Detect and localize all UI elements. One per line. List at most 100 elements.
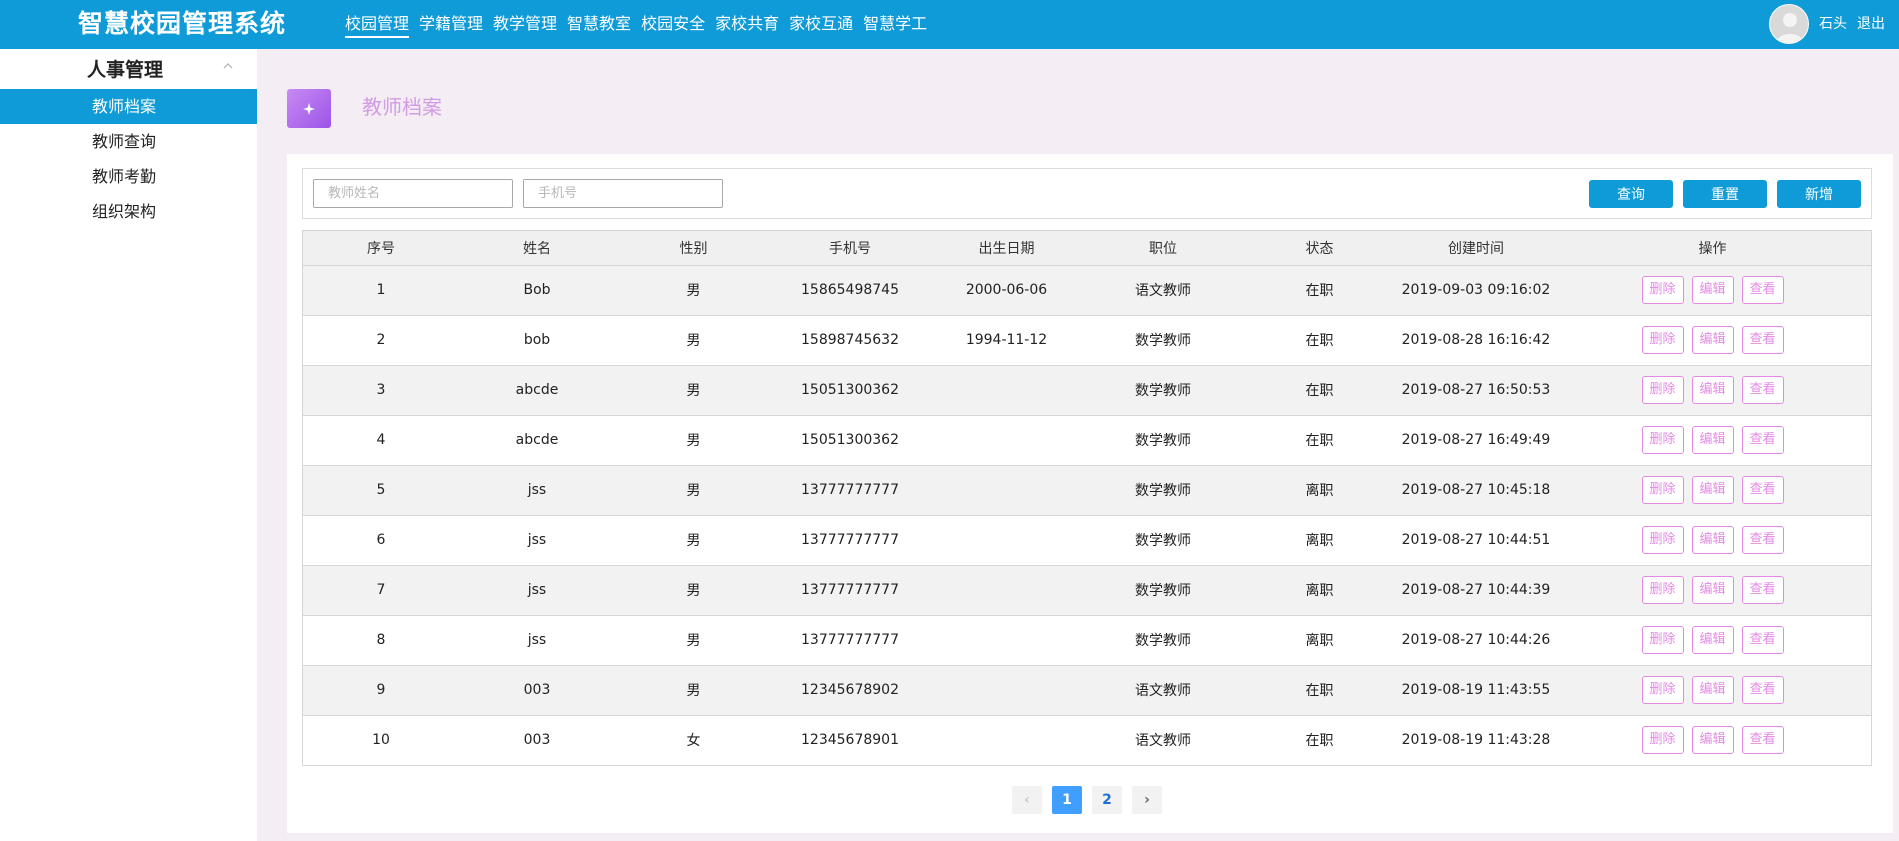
table-cell: 男 bbox=[615, 415, 772, 466]
chevron-up-icon[interactable] bbox=[221, 59, 235, 73]
edit-button[interactable]: 编辑 bbox=[1691, 376, 1734, 404]
actions-cell: 删除 编辑 查看 bbox=[1554, 465, 1871, 516]
sidebar-item-3[interactable]: 组织架构 bbox=[0, 194, 257, 229]
table-cell: 离职 bbox=[1241, 515, 1398, 566]
sidebar: 人事管理 教师档案 教师查询 教师考勤 组织架构 bbox=[0, 49, 257, 841]
logout-link[interactable]: 退出 bbox=[1857, 14, 1885, 34]
next-page-button[interactable]: › bbox=[1132, 786, 1162, 814]
column-header: 姓名 bbox=[459, 231, 615, 266]
table-row: 7 jss 男 13777777777 数学教师 离职 2019-08-27 10:44:3… bbox=[303, 565, 1871, 616]
edit-button[interactable]: 编辑 bbox=[1691, 326, 1734, 354]
actions-cell: 删除 编辑 查看 bbox=[1554, 265, 1871, 316]
top-bar: 智慧校园管理系统 校园管理 学籍管理 教学管理 智慧教室 校园安全 家校共育 家校互通 智慧学… bbox=[0, 0, 1899, 49]
delete-button[interactable]: 删除 bbox=[1641, 576, 1684, 604]
table-cell: 2019-08-27 10:44:39 bbox=[1398, 565, 1554, 616]
delete-button[interactable]: 删除 bbox=[1641, 376, 1684, 404]
actions-cell: 删除 编辑 查看 bbox=[1554, 715, 1871, 765]
sidebar-group-header[interactable]: 人事管理 bbox=[0, 49, 257, 89]
table-cell: jss bbox=[459, 515, 615, 566]
delete-button[interactable]: 删除 bbox=[1641, 276, 1684, 304]
teacher-name-input[interactable] bbox=[313, 179, 513, 208]
edit-button[interactable]: 编辑 bbox=[1691, 626, 1734, 654]
nav-item-1[interactable]: 学籍管理 bbox=[419, 12, 483, 38]
table-cell: 003 bbox=[459, 665, 615, 716]
table-row: 1 Bob 男 15865498745 2000-06-06 语文教师 在职 2019-09-… bbox=[303, 265, 1871, 316]
query-button[interactable]: 查询 bbox=[1589, 180, 1673, 208]
phone-input[interactable] bbox=[523, 179, 723, 208]
table-cell: 在职 bbox=[1241, 415, 1398, 466]
sidebar-item-0[interactable]: 教师档案 bbox=[0, 89, 257, 124]
view-button[interactable]: 查看 bbox=[1741, 476, 1784, 504]
view-button[interactable]: 查看 bbox=[1741, 576, 1784, 604]
edit-button[interactable]: 编辑 bbox=[1691, 676, 1734, 704]
table-cell: 在职 bbox=[1241, 665, 1398, 716]
prev-page-button[interactable]: ‹ bbox=[1012, 786, 1042, 814]
view-button[interactable]: 查看 bbox=[1741, 526, 1784, 554]
table-cell: 12345678902 bbox=[772, 665, 928, 716]
nav-item-2[interactable]: 教学管理 bbox=[493, 12, 557, 38]
table-cell: 数学教师 bbox=[1085, 365, 1241, 416]
table-cell: 13777777777 bbox=[772, 515, 928, 566]
delete-button[interactable]: 删除 bbox=[1641, 426, 1684, 454]
delete-button[interactable]: 删除 bbox=[1641, 326, 1684, 354]
filter-bar: 查询 重置 新增 bbox=[302, 168, 1872, 219]
table-cell: 12345678901 bbox=[772, 715, 928, 765]
table-cell: 数学教师 bbox=[1085, 315, 1241, 366]
nav-item-7[interactable]: 智慧学工 bbox=[863, 12, 927, 38]
delete-button[interactable]: 删除 bbox=[1641, 726, 1684, 755]
view-button[interactable]: 查看 bbox=[1741, 276, 1784, 304]
view-button[interactable]: 查看 bbox=[1741, 376, 1784, 404]
table-cell: 15865498745 bbox=[772, 265, 928, 316]
nav-item-6[interactable]: 家校互通 bbox=[789, 12, 853, 38]
view-button[interactable]: 查看 bbox=[1741, 626, 1784, 654]
delete-button[interactable]: 删除 bbox=[1641, 676, 1684, 704]
edit-button[interactable]: 编辑 bbox=[1691, 426, 1734, 454]
table-cell: 男 bbox=[615, 315, 772, 366]
user-name[interactable]: 石头 bbox=[1819, 14, 1847, 34]
nav-item-4[interactable]: 校园安全 bbox=[641, 12, 705, 38]
table-cell: abcde bbox=[459, 365, 615, 416]
edit-button[interactable]: 编辑 bbox=[1691, 476, 1734, 504]
add-button[interactable]: 新增 bbox=[1777, 180, 1861, 208]
sidebar-item-2[interactable]: 教师考勤 bbox=[0, 159, 257, 194]
view-button[interactable]: 查看 bbox=[1741, 676, 1784, 704]
table-cell: abcde bbox=[459, 415, 615, 466]
table-cell: 2019-08-19 11:43:28 bbox=[1398, 715, 1554, 765]
view-button[interactable]: 查看 bbox=[1741, 326, 1784, 354]
table-cell: 8 bbox=[303, 615, 459, 666]
delete-button[interactable]: 删除 bbox=[1641, 626, 1684, 654]
delete-button[interactable]: 删除 bbox=[1641, 526, 1684, 554]
nav-item-5[interactable]: 家校共育 bbox=[715, 12, 779, 38]
table-cell: 离职 bbox=[1241, 615, 1398, 666]
edit-button[interactable]: 编辑 bbox=[1691, 726, 1734, 755]
edit-button[interactable]: 编辑 bbox=[1691, 576, 1734, 604]
edit-button[interactable]: 编辑 bbox=[1691, 526, 1734, 554]
column-header: 序号 bbox=[303, 231, 459, 266]
table-cell: 2019-09-03 09:16:02 bbox=[1398, 265, 1554, 316]
table-cell: 15051300362 bbox=[772, 415, 928, 466]
table-cell: 1994-11-12 bbox=[928, 315, 1085, 366]
column-header: 手机号 bbox=[772, 231, 928, 266]
table-cell: 13777777777 bbox=[772, 565, 928, 616]
page-title-icon bbox=[287, 89, 331, 128]
table-cell: 男 bbox=[615, 615, 772, 666]
edit-button[interactable]: 编辑 bbox=[1691, 276, 1734, 304]
avatar[interactable] bbox=[1769, 4, 1809, 44]
view-button[interactable]: 查看 bbox=[1741, 426, 1784, 454]
nav-item-3[interactable]: 智慧教室 bbox=[567, 12, 631, 38]
table-cell: 003 bbox=[459, 715, 615, 765]
table-cell: 语文教师 bbox=[1085, 665, 1241, 716]
nav-item-0[interactable]: 校园管理 bbox=[345, 12, 410, 38]
page-button-1[interactable]: 1 bbox=[1052, 786, 1082, 814]
table-cell: 2019-08-27 16:50:53 bbox=[1398, 365, 1554, 416]
reset-button[interactable]: 重置 bbox=[1683, 180, 1767, 208]
table-cell: 男 bbox=[615, 365, 772, 416]
teacher-table: 序号 姓名 性别 手机号 出生日期 职位 状态 创建时间 操作 1 Bob 男 15865498745… bbox=[302, 230, 1872, 766]
table-cell: 2019-08-27 10:44:26 bbox=[1398, 615, 1554, 666]
page-button-2[interactable]: 2 bbox=[1092, 786, 1122, 814]
view-button[interactable]: 查看 bbox=[1741, 726, 1784, 755]
delete-button[interactable]: 删除 bbox=[1641, 476, 1684, 504]
table-cell: 6 bbox=[303, 515, 459, 566]
sidebar-item-1[interactable]: 教师查询 bbox=[0, 124, 257, 159]
table-cell: 数学教师 bbox=[1085, 565, 1241, 616]
